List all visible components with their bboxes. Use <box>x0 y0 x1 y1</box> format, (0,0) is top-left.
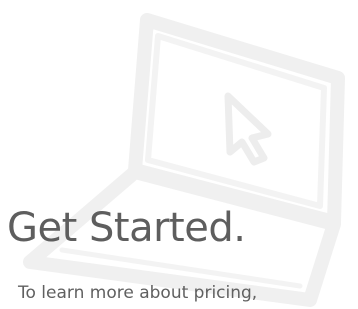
get-started-hero: Get Started. To learn more about pricing… <box>0 0 358 309</box>
pricing-intro-text: To learn more about pricing, <box>18 283 258 303</box>
page-title: Get Started. <box>7 205 246 251</box>
laptop-with-cursor-icon <box>23 13 345 307</box>
